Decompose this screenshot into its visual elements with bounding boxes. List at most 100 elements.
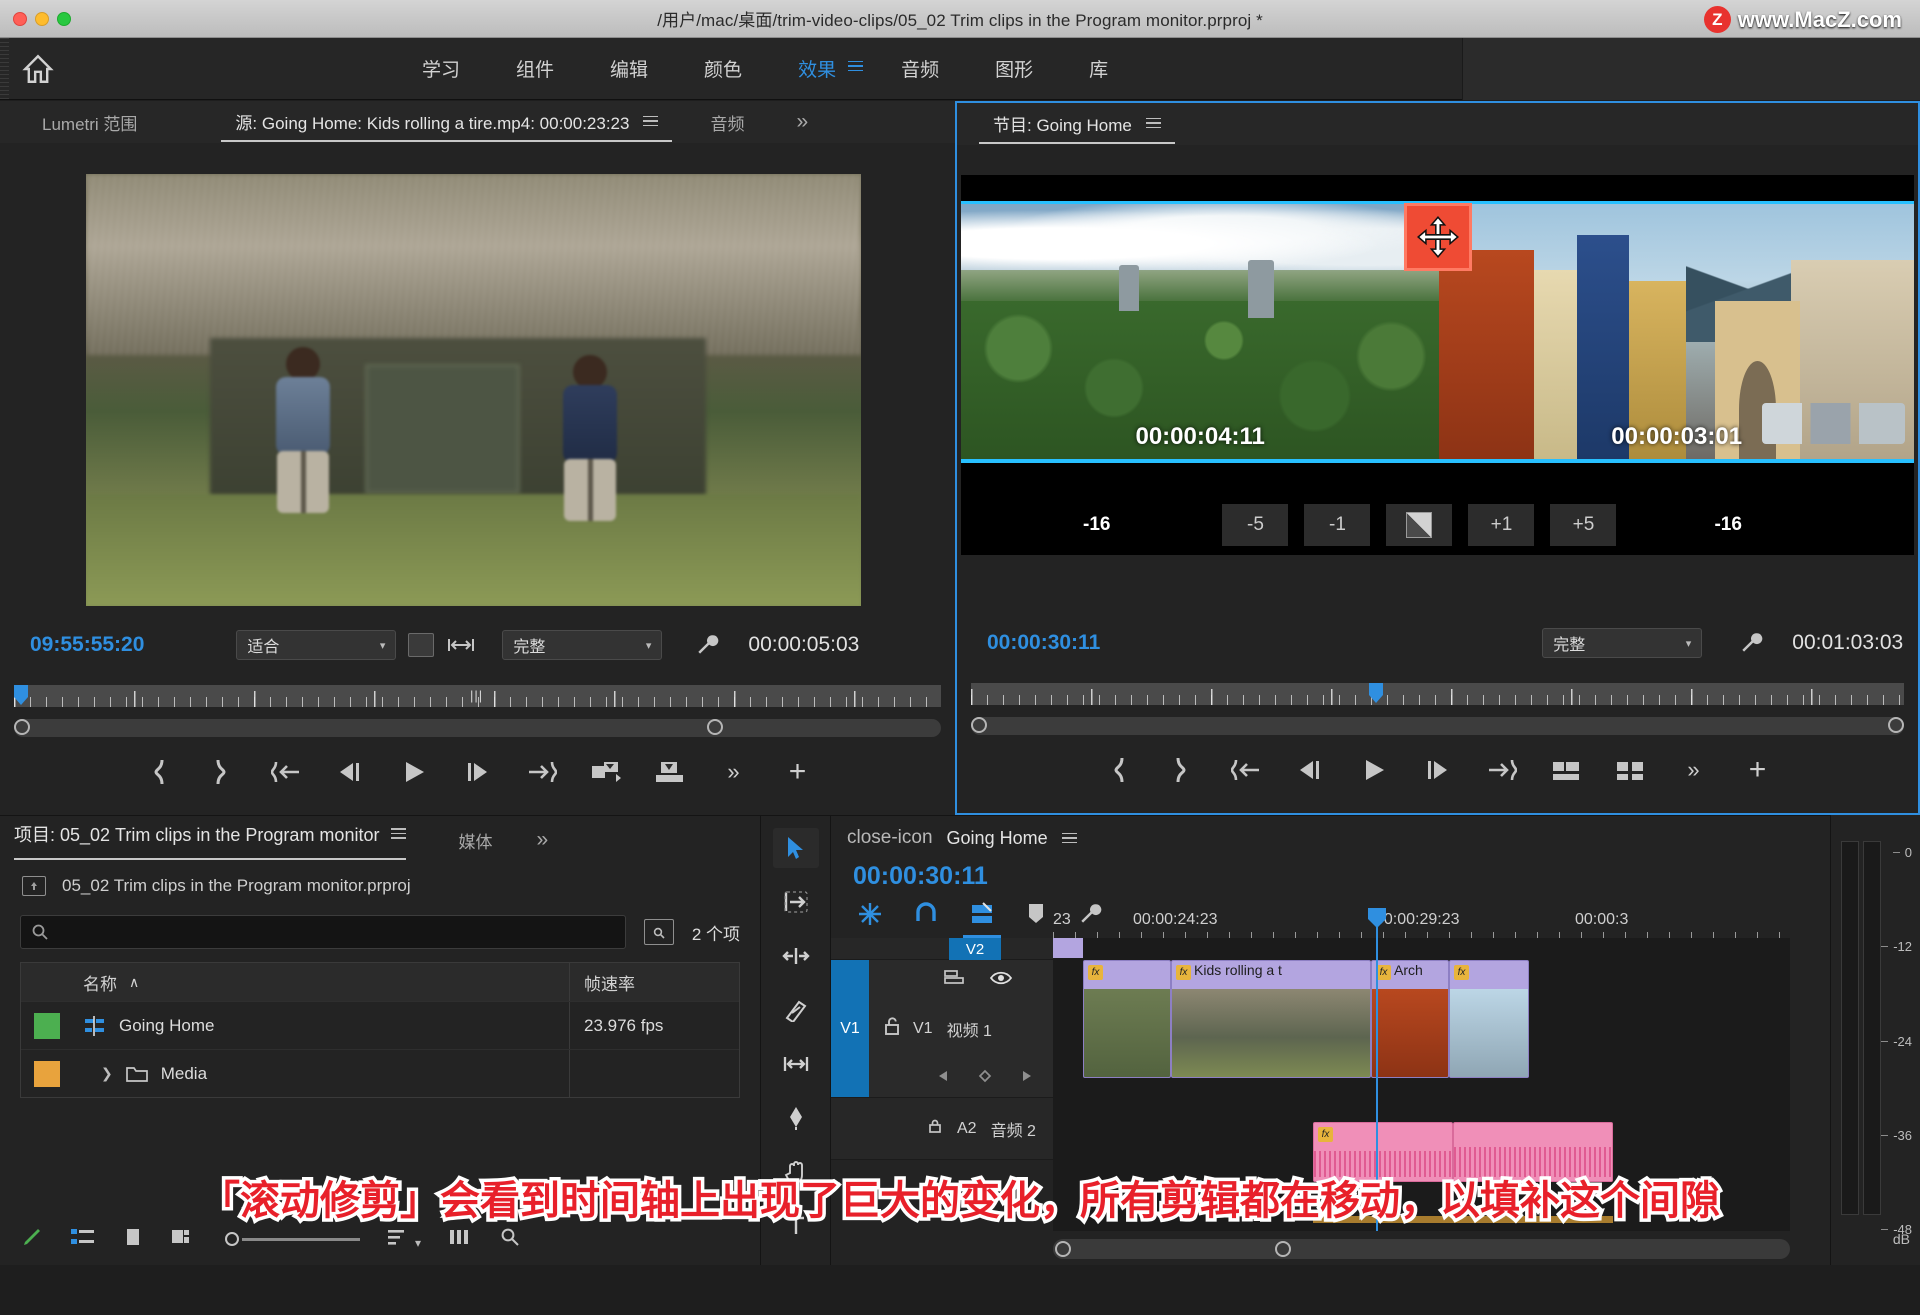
magnet-icon[interactable] bbox=[913, 901, 939, 932]
source-inout-icon[interactable] bbox=[446, 635, 476, 655]
trim-minus-1-button[interactable]: -1 bbox=[1304, 504, 1371, 546]
program-go-to-out-icon[interactable] bbox=[1485, 753, 1519, 787]
timeline-clip[interactable]: fx Kids rolling a t bbox=[1171, 960, 1371, 1078]
program-monitor-image[interactable]: 00:00:04:11 00:00:03:01 bbox=[961, 175, 1914, 495]
tab-program-monitor[interactable]: 节目: Going Home bbox=[979, 104, 1175, 144]
rolling-trim-cursor-icon[interactable] bbox=[1403, 203, 1472, 271]
selection-tool[interactable] bbox=[772, 828, 819, 868]
track-header-v1[interactable]: V1 V1 视频 1 bbox=[831, 960, 1053, 1098]
search-input[interactable] bbox=[20, 915, 626, 949]
source-resolution-icon[interactable] bbox=[408, 633, 435, 657]
parent-bin-icon[interactable] bbox=[22, 876, 46, 896]
tab-audio[interactable]: 音频 bbox=[696, 110, 758, 135]
tab-sequence-label[interactable]: Going Home bbox=[947, 828, 1048, 849]
keyframe-nav[interactable] bbox=[937, 1069, 1033, 1083]
program-outgoing-frame[interactable]: 00:00:04:11 bbox=[961, 204, 1440, 459]
timeline-clip[interactable]: fx bbox=[1083, 960, 1171, 1078]
razor-tool[interactable] bbox=[773, 990, 819, 1030]
workspace-menu-icon[interactable] bbox=[848, 58, 873, 80]
program-scroll-left-handle[interactable] bbox=[971, 717, 987, 733]
column-name[interactable]: 名称 ∧ bbox=[73, 970, 569, 995]
linked-selection-icon[interactable] bbox=[963, 901, 1001, 938]
insert-icon[interactable] bbox=[589, 755, 623, 789]
sort-icon[interactable]: ▾ bbox=[386, 1227, 421, 1252]
trim-split-button[interactable] bbox=[1386, 504, 1453, 546]
tab-project[interactable]: 项目: 05_02 Trim clips in the Program moni… bbox=[14, 821, 407, 860]
workspace-item-3[interactable]: 颜色 bbox=[676, 55, 770, 82]
timeline-scroll-right-handle[interactable] bbox=[1275, 1241, 1291, 1257]
timeline-panel-menu-icon[interactable] bbox=[1061, 830, 1077, 847]
expand-arrow-icon[interactable]: ❯ bbox=[101, 1065, 113, 1082]
home-button[interactable] bbox=[0, 52, 76, 86]
workspace-item-5[interactable]: 音频 bbox=[873, 55, 967, 82]
lock-icon[interactable] bbox=[927, 1118, 943, 1139]
workspace-item-7[interactable]: 库 bbox=[1061, 55, 1136, 82]
icon-view-icon[interactable] bbox=[122, 1226, 144, 1253]
freeform-view-icon[interactable] bbox=[170, 1226, 196, 1253]
overwrite-icon[interactable] bbox=[653, 755, 687, 789]
tab-media-browser[interactable]: 媒体 bbox=[444, 828, 506, 853]
source-quality-select[interactable]: 完整 ▾ bbox=[502, 630, 663, 660]
program-scroll-right-handle[interactable] bbox=[1888, 717, 1904, 733]
track-header-v2[interactable]: V2 bbox=[831, 938, 1053, 960]
workspace-item-2[interactable]: 编辑 bbox=[582, 55, 676, 82]
source-fit-select[interactable]: 适合 ▾ bbox=[236, 630, 397, 660]
program-wrench-icon[interactable] bbox=[1738, 630, 1764, 656]
find-bottom-icon[interactable] bbox=[499, 1226, 521, 1253]
eye-icon[interactable] bbox=[989, 970, 1013, 991]
find-icon[interactable] bbox=[643, 919, 674, 945]
source-scroll-left-handle[interactable] bbox=[14, 719, 30, 735]
source-scrollbar[interactable] bbox=[14, 719, 941, 737]
tab-source-clip[interactable]: 源: Going Home: Kids rolling a tire.mp4: … bbox=[221, 102, 673, 142]
program-step-forward-icon[interactable] bbox=[1421, 753, 1455, 787]
tab-lumetri-scopes[interactable]: Lumetri 范围 bbox=[0, 110, 151, 135]
slip-tool[interactable] bbox=[773, 1044, 819, 1084]
program-playhead-timecode[interactable]: 00:00:30:11 bbox=[987, 631, 1100, 655]
mark-out-icon[interactable] bbox=[205, 755, 239, 789]
program-quality-select[interactable]: 完整 ▾ bbox=[1542, 628, 1703, 658]
source-playhead-timecode[interactable]: 09:55:55:20 bbox=[30, 633, 144, 657]
automate-to-sequence-icon[interactable] bbox=[447, 1227, 473, 1252]
play-icon[interactable] bbox=[397, 755, 431, 789]
source-tabs-more-icon[interactable]: » bbox=[782, 110, 822, 134]
program-scrollbar[interactable] bbox=[971, 717, 1904, 735]
step-forward-icon[interactable] bbox=[461, 755, 495, 789]
wrench-icon[interactable] bbox=[694, 632, 720, 658]
source-panel-menu-icon[interactable] bbox=[643, 113, 659, 130]
program-mark-in-icon[interactable] bbox=[1101, 753, 1135, 787]
column-framerate[interactable]: 帧速率 bbox=[569, 963, 739, 1001]
trim-minus-5-button[interactable]: -5 bbox=[1222, 504, 1289, 546]
program-add-button-icon[interactable]: + bbox=[1741, 753, 1775, 787]
step-back-icon[interactable] bbox=[333, 755, 367, 789]
project-tabs-more-icon[interactable]: » bbox=[522, 828, 562, 852]
sync-lock-icon[interactable] bbox=[943, 968, 965, 991]
ripple-edit-tool[interactable] bbox=[773, 936, 819, 976]
program-ruler[interactable] bbox=[957, 683, 1918, 713]
timeline-clip[interactable]: fx Arch bbox=[1371, 960, 1449, 1078]
source-monitor-image[interactable] bbox=[86, 174, 861, 606]
source-transport-more-icon[interactable]: » bbox=[717, 755, 751, 789]
track-v1-selected-badge[interactable]: V1 bbox=[831, 960, 869, 1097]
go-to-in-icon[interactable] bbox=[269, 755, 303, 789]
project-path-row[interactable]: 05_02 Trim clips in the Program monitor.… bbox=[0, 864, 760, 908]
track-select-tool[interactable] bbox=[773, 882, 819, 922]
timeline-clip[interactable]: fx bbox=[1449, 960, 1529, 1078]
table-row[interactable]: Going Home 23.976 fps bbox=[21, 1001, 739, 1049]
program-step-back-icon[interactable] bbox=[1293, 753, 1327, 787]
extract-icon[interactable] bbox=[1613, 753, 1647, 787]
timeline-playhead-timecode[interactable]: 00:00:30:11 bbox=[831, 860, 1920, 895]
track-header-a2[interactable]: A2 音频 2 bbox=[831, 1098, 1053, 1160]
workspace-item-0[interactable]: 学习 bbox=[394, 55, 488, 82]
v2-clip-stub[interactable] bbox=[1053, 938, 1083, 958]
program-panel-menu-icon[interactable] bbox=[1145, 115, 1161, 132]
close-icon[interactable]: close-icon bbox=[847, 827, 933, 849]
lift-icon[interactable] bbox=[1549, 753, 1583, 787]
program-go-to-in-icon[interactable] bbox=[1229, 753, 1263, 787]
workspace-item-1[interactable]: 组件 bbox=[488, 55, 582, 82]
program-incoming-frame[interactable]: 00:00:03:01 bbox=[1439, 204, 1914, 459]
timeline-scroll-left-handle[interactable] bbox=[1055, 1241, 1071, 1257]
program-mark-out-icon[interactable] bbox=[1165, 753, 1199, 787]
timeline-scrollbar[interactable] bbox=[1053, 1239, 1790, 1259]
pen-tool[interactable] bbox=[773, 1098, 819, 1138]
trim-plus-5-button[interactable]: +5 bbox=[1550, 504, 1617, 546]
